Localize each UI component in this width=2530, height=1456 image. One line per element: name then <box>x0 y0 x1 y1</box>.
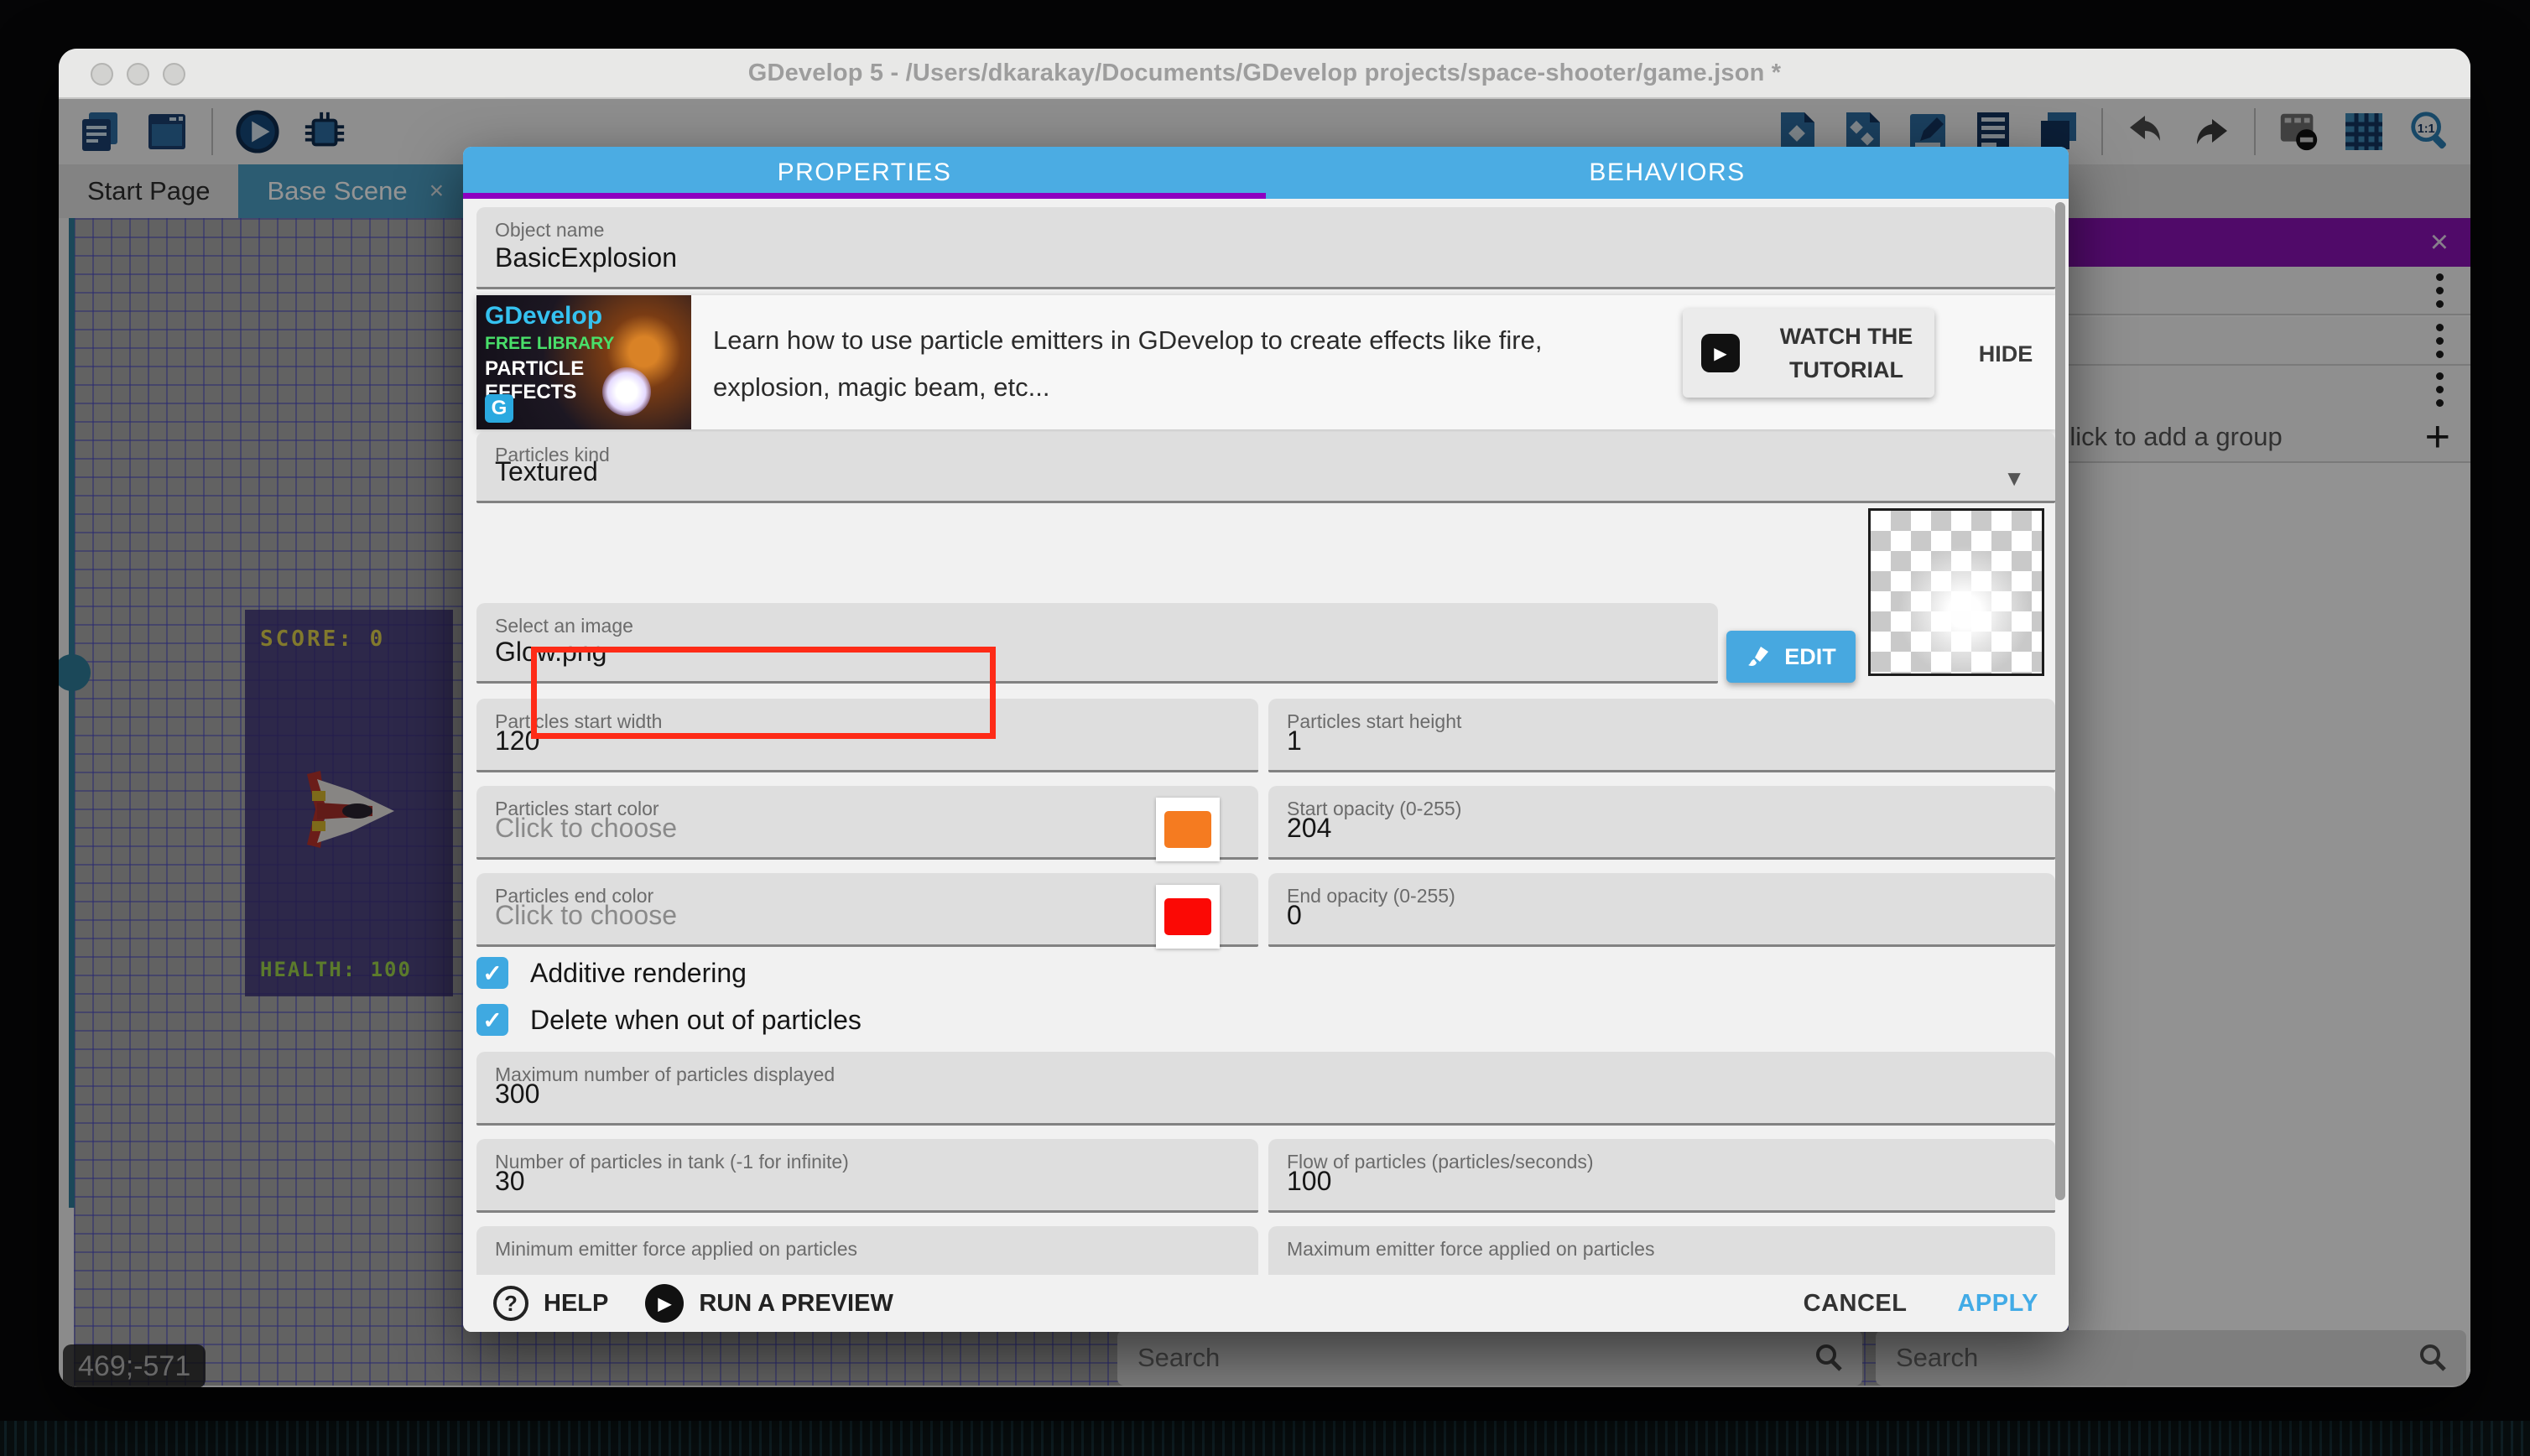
desktop-background <box>0 1421 2530 1456</box>
hide-tutorial-button[interactable]: HIDE <box>1960 329 2052 379</box>
tutorial-description: Learn how to use particle emitters in GD… <box>691 295 1664 429</box>
dialog-tabs: PROPERTIES BEHAVIORS <box>463 147 2069 199</box>
chevron-down-icon: ▼ <box>2003 465 2025 491</box>
particles-start-height-field[interactable]: Particles start height 1 <box>1268 699 2055 772</box>
delete-when-out-checkbox-row[interactable]: ✓ Delete when out of particles <box>476 1004 862 1036</box>
end-color-swatch[interactable] <box>1156 885 1220 949</box>
particles-flow-field[interactable]: Flow of particles (particles/seconds) 10… <box>1268 1139 2055 1213</box>
end-opacity-field[interactable]: End opacity (0-255) 0 <box>1268 873 2055 947</box>
dialog-scrollbar[interactable] <box>2055 202 2065 1200</box>
max-emitter-force-field[interactable]: Maximum emitter force applied on particl… <box>1268 1226 2055 1275</box>
gdevelop-window: GDevelop 5 - /Users/dkarakay/Documents/G… <box>59 49 2470 1387</box>
max-particles-field[interactable]: Maximum number of particles displayed 30… <box>476 1052 2055 1126</box>
watch-tutorial-button[interactable]: ▶ WATCH THE TUTORIAL <box>1683 309 1934 398</box>
tutorial-banner: GDevelop FREE LIBRARY PARTICLE EFFECTS G… <box>476 295 2055 429</box>
play-icon: ▶ <box>645 1284 684 1323</box>
screenshot-root: GDevelop 5 - /Users/dkarakay/Documents/G… <box>0 0 2530 1456</box>
particle-texture-preview <box>1868 508 2044 676</box>
checkbox-checked-icon[interactable]: ✓ <box>476 957 508 989</box>
particles-tank-field[interactable]: Number of particles in tank (-1 for infi… <box>476 1139 1258 1213</box>
youtube-play-icon: ▶ <box>1701 334 1740 372</box>
object-name-field[interactable]: Object name BasicExplosion <box>476 207 2055 289</box>
close-window-button[interactable] <box>91 63 113 86</box>
object-properties-dialog: PROPERTIES BEHAVIORS Object name BasicEx… <box>463 147 2069 1332</box>
cancel-button[interactable]: CANCEL <box>1804 1290 1908 1318</box>
traffic-lights <box>91 63 185 86</box>
start-color-swatch[interactable] <box>1156 798 1220 861</box>
additive-rendering-checkbox-row[interactable]: ✓ Additive rendering <box>476 957 747 989</box>
min-emitter-force-field[interactable]: Minimum emitter force applied on particl… <box>476 1226 1258 1275</box>
gdevelop-logo: G <box>485 394 513 423</box>
particles-start-color-field[interactable]: Particles start color Click to choose <box>476 786 1258 860</box>
zoom-window-button[interactable] <box>163 63 185 86</box>
minimize-window-button[interactable] <box>127 63 149 86</box>
paintbrush-icon <box>1746 644 1771 669</box>
particles-end-color-field[interactable]: Particles end color Click to choose <box>476 873 1258 947</box>
question-mark-icon: ? <box>493 1286 528 1321</box>
tab-properties[interactable]: PROPERTIES <box>463 147 1266 199</box>
apply-button[interactable]: APPLY <box>1957 1290 2038 1318</box>
tab-behaviors[interactable]: BEHAVIORS <box>1266 147 2069 199</box>
checkbox-checked-icon[interactable]: ✓ <box>476 1004 508 1036</box>
titlebar: GDevelop 5 - /Users/dkarakay/Documents/G… <box>59 49 2470 99</box>
start-opacity-field[interactable]: Start opacity (0-255) 204 <box>1268 786 2055 860</box>
particles-kind-select[interactable]: Particles kind Textured ▼ <box>476 432 2055 503</box>
help-button[interactable]: ? HELP <box>493 1286 608 1321</box>
tutorial-thumbnail[interactable]: GDevelop FREE LIBRARY PARTICLE EFFECTS G <box>476 295 691 429</box>
window-title: GDevelop 5 - /Users/dkarakay/Documents/G… <box>748 60 1782 87</box>
annotation-highlight-rect <box>531 647 996 739</box>
dialog-footer: ? HELP ▶ RUN A PREVIEW CANCEL APPLY <box>463 1275 2069 1332</box>
run-preview-button[interactable]: ▶ RUN A PREVIEW <box>645 1284 893 1323</box>
edit-image-button[interactable]: EDIT <box>1726 631 1856 683</box>
